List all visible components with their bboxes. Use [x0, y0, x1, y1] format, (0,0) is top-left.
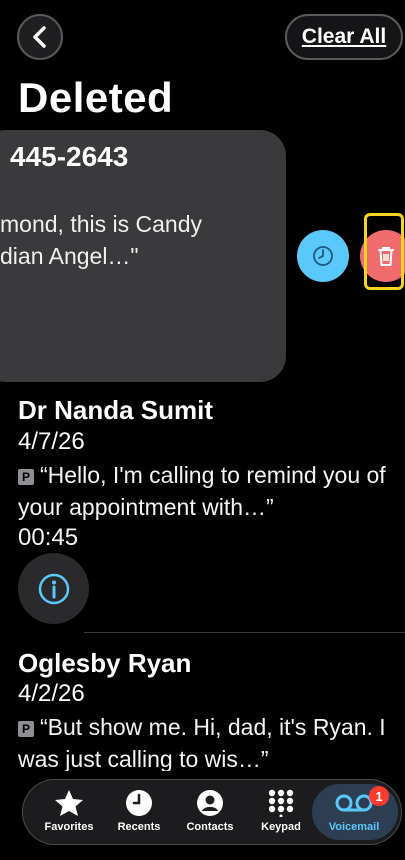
- restore-button[interactable]: [297, 230, 349, 282]
- voicemail-badge: 1: [369, 786, 389, 806]
- clock-icon: [126, 790, 152, 816]
- voicemail-duration: 00:45: [18, 524, 79, 551]
- voicemail-caller: 445-2643: [10, 141, 129, 172]
- voicemail-date: 4/7/26: [18, 428, 85, 455]
- highlight-box: [364, 213, 404, 290]
- voicemail-transcript: mond, this is Candy dian Angel…": [0, 211, 202, 269]
- voicemail-transcript: P “But show me. Hi, dad, it's Ryan. I was…: [18, 714, 386, 771]
- info-button[interactable]: [18, 553, 89, 624]
- back-button[interactable]: [17, 14, 63, 60]
- tab-contacts[interactable]: Contacts: [177, 779, 243, 845]
- voicemail-caller[interactable]: Dr Nanda Sumit: [18, 395, 213, 426]
- star-icon: [55, 790, 83, 816]
- voicemail-caller[interactable]: Oglesby Ryan: [18, 648, 191, 679]
- tab-keypad[interactable]: Keypad: [248, 779, 314, 845]
- chevron-left-icon: [33, 26, 46, 48]
- tab-recents[interactable]: Recents: [106, 779, 172, 845]
- transcript-icon: P: [18, 469, 34, 485]
- keypad-icon: [268, 789, 294, 817]
- voicemail-icon: [335, 794, 373, 812]
- tab-favorites[interactable]: Favorites: [36, 779, 102, 845]
- voicemail-date: 4/2/26: [18, 680, 85, 707]
- info-icon: [38, 573, 69, 604]
- page-title: Deleted: [18, 74, 174, 121]
- divider: [84, 632, 405, 633]
- transcript-icon: P: [18, 721, 34, 737]
- voicemail-transcript: P “Hello, I'm calling to remind you of yo…: [18, 462, 386, 520]
- clock-icon: [313, 246, 333, 266]
- clear-all-button[interactable]: Clear All: [285, 14, 403, 60]
- person-icon: [197, 790, 223, 816]
